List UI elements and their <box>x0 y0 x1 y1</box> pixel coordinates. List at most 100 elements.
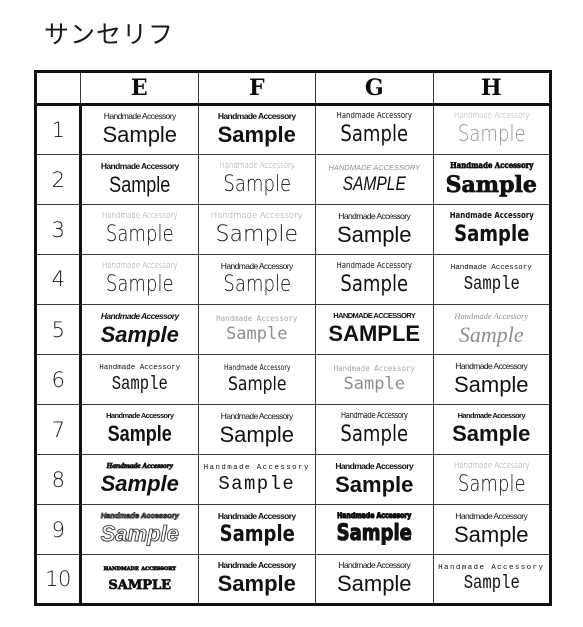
sample-cell-9f[interactable]: Handmade Accessory Sample <box>197 504 316 555</box>
sample-small-text: Handmade Accessory <box>210 211 303 221</box>
sample-cell-4h[interactable]: Handmade Accessory Sample <box>432 254 552 305</box>
sample-large-text: Sample <box>222 272 291 297</box>
sample-cell-6g[interactable]: Handmade Accessory Sample <box>315 354 434 405</box>
sample-large-text: Sample <box>222 172 291 197</box>
sample-cell-1e[interactable]: Handmade Accessory Sample <box>80 104 199 155</box>
row-label-8: 8 <box>34 454 82 505</box>
sample-cell-3h[interactable]: Handmade Accessory Sample <box>432 204 552 255</box>
sample-large-text: Sample <box>340 123 409 148</box>
sample-small-text: Handmade Accessory <box>333 365 415 374</box>
sample-cell-7h[interactable]: Handmade Accessory Sample <box>432 404 552 455</box>
row-label-10: 10 <box>34 554 82 606</box>
sample-small-text: Handmade Accessory <box>100 311 179 321</box>
sample-small-text: Handmade Accessory <box>450 264 532 273</box>
row-label-7: 7 <box>34 404 82 455</box>
sample-small-text: Handmade Accessory <box>99 364 181 373</box>
sample-large-text: Sample <box>100 322 179 347</box>
sample-small-text: Handmade Accessory <box>438 563 545 572</box>
sample-large-text: Sample <box>452 422 531 446</box>
sample-cell-10h[interactable]: Handmade Accessory Sample <box>432 554 552 606</box>
sample-cell-10f[interactable]: Handmade Accessory Sample <box>197 554 316 606</box>
sample-small-text: Handmade Accessory <box>103 112 176 122</box>
sample-cell-3f[interactable]: Handmade Accessory Sample <box>197 204 316 255</box>
sample-cell-4g[interactable]: Handmade Accessory Sample <box>315 254 434 305</box>
column-header-h: H <box>432 70 552 106</box>
sample-large-text: Sample <box>453 522 529 547</box>
sample-cell-6f[interactable]: Handmade Accessory Sample <box>197 354 316 405</box>
font-specimen-table-container: E F G H 1 Handmade Accessory Sample Hand… <box>34 70 552 606</box>
font-specimen-table: E F G H 1 Handmade Accessory Sample Hand… <box>34 70 552 606</box>
sample-large-text: SAMPLE <box>342 173 406 195</box>
sample-cell-10e[interactable]: HANDMADE ACCESSORY SAMPLE <box>80 554 199 606</box>
sample-cell-6h[interactable]: Handmade Accessory Sample <box>432 354 552 405</box>
sample-large-text: Sample <box>217 123 296 148</box>
sample-cell-2h[interactable]: Handmade Accessory Sample <box>432 154 552 205</box>
sample-large-text: Sample <box>336 222 412 247</box>
sample-cell-2e[interactable]: Handmade Accessory Sample <box>80 154 199 205</box>
sample-large-text: Sample <box>340 422 409 447</box>
sample-cell-10g[interactable]: Handmade Accessory Sample <box>315 554 434 606</box>
sample-small-text: Handmade Accessory <box>338 561 411 571</box>
column-header-e: E <box>80 70 199 106</box>
table-row: 7 Handmade Accessory Sample Handmade Acc… <box>34 404 552 455</box>
table-row: 6 Handmade Accessory Sample Handmade Acc… <box>34 354 552 405</box>
sample-small-text: Handmade Accessory <box>340 411 408 421</box>
header-corner-blank <box>34 70 81 106</box>
sample-cell-8e[interactable]: Handmade Accessory Sample <box>80 454 199 505</box>
sample-cell-8g[interactable]: Handmade Accessory Sample <box>315 454 434 505</box>
sample-cell-7g[interactable]: Handmade Accessory Sample <box>315 404 434 455</box>
sample-small-text: Handmade Accessory <box>100 512 179 521</box>
sample-small-text: Handmade Accessory <box>455 361 528 371</box>
sample-small-text: Handmade Accessory <box>100 161 179 171</box>
sample-cell-3e[interactable]: Handmade Accessory Sample <box>80 204 199 255</box>
sample-small-text: Handmade Accessory <box>106 462 174 471</box>
sample-large-text: Sample <box>107 422 172 446</box>
sample-small-text: Handmade Accessory <box>336 112 412 122</box>
sample-small-text: HANDMADE ACCESSORY <box>333 312 416 321</box>
sample-large-text: Sample <box>457 123 526 148</box>
table-row: 1 Handmade Accessory Sample Handmade Acc… <box>34 104 552 155</box>
table-row: 9 Handmade Accessory Sample Handmade Acc… <box>34 504 552 555</box>
sample-large-text: Sample <box>335 472 414 497</box>
column-header-f: F <box>197 70 316 106</box>
table-body: 1 Handmade Accessory Sample Handmade Acc… <box>34 104 552 606</box>
sample-cell-2g[interactable]: HANDMADE ACCESSORY SAMPLE <box>315 154 434 205</box>
sample-cell-7f[interactable]: Handmade Accessory Sample <box>197 404 316 455</box>
sample-cell-5h[interactable]: Handmade Accessory Sample <box>432 304 552 355</box>
sample-cell-5e[interactable]: Handmade Accessory Sample <box>80 304 199 355</box>
sample-small-text: HANDMADE ACCESSORY <box>103 563 176 572</box>
sample-large-text: Sample <box>218 473 296 495</box>
sample-cell-8h[interactable]: Handmade Accessory Sample <box>432 454 552 505</box>
sample-large-text: Sample <box>340 272 409 297</box>
sample-cell-8f[interactable]: Handmade Accessory Sample <box>197 454 316 505</box>
sample-cell-9e[interactable]: Handmade Accessory Sample <box>80 504 199 555</box>
sample-large-text: Sample <box>343 374 405 394</box>
row-label-4: 4 <box>34 254 82 305</box>
sample-large-text: Sample <box>227 373 286 395</box>
sample-small-text: Handmade Accessory <box>449 211 534 221</box>
sample-small-text: Handmade Accessory <box>454 311 529 321</box>
sample-large-text: Sample <box>105 272 174 297</box>
sample-cell-1g[interactable]: Handmade Accessory Sample <box>315 104 434 155</box>
sample-cell-9g[interactable]: Handmade Accessory Sample <box>315 504 434 555</box>
sample-cell-9h[interactable]: Handmade Accessory Sample <box>432 504 552 555</box>
sample-cell-5g[interactable]: HANDMADE ACCESSORY SAMPLE <box>315 304 434 355</box>
sample-cell-7e[interactable]: Handmade Accessory Sample <box>80 404 199 455</box>
sample-large-text: Sample <box>100 472 179 496</box>
sample-small-text: Handmade Accessory <box>336 261 412 271</box>
sample-cell-3g[interactable]: Handmade Accessory Sample <box>315 204 434 255</box>
sample-large-text: Sample <box>445 172 537 198</box>
sample-large-text: Sample <box>215 222 299 247</box>
sample-large-text: Sample <box>458 322 524 347</box>
sample-large-text: Sample <box>453 222 529 247</box>
sample-cell-4e[interactable]: Handmade Accessory Sample <box>80 254 199 305</box>
sample-large-text: Sample <box>336 522 412 546</box>
sample-cell-6e[interactable]: Handmade Accessory Sample <box>80 354 199 405</box>
sample-cell-1f[interactable]: Handmade Accessory Sample <box>197 104 316 155</box>
sample-cell-2f[interactable]: Handmade Accessory Sample <box>197 154 316 205</box>
sample-cell-4f[interactable]: Handmade Accessory Sample <box>197 254 316 305</box>
sample-cell-5f[interactable]: Handmade Accessory Sample <box>197 304 316 355</box>
table-row: 3 Handmade Accessory Sample Handmade Acc… <box>34 204 552 255</box>
sample-cell-1h[interactable]: Handmade Accessory Sample <box>432 104 552 155</box>
sample-small-text: Handmade Accessory <box>220 411 293 421</box>
